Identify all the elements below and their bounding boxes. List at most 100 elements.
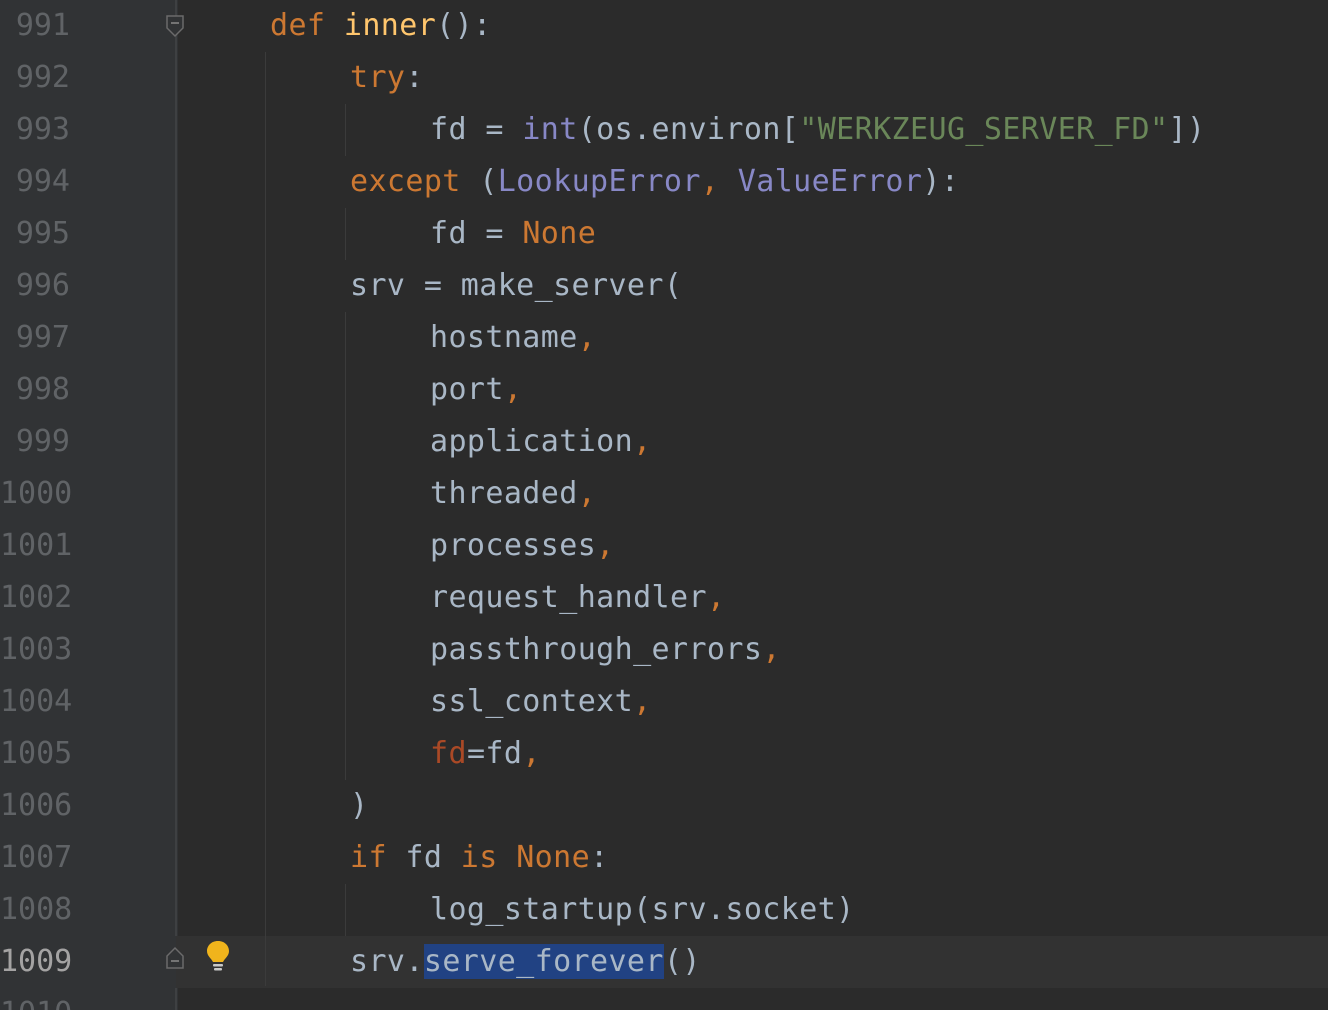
code-token: ,	[762, 632, 781, 667]
line-number[interactable]: 1008	[0, 884, 72, 936]
indent-guide-if	[345, 884, 346, 936]
code-token: ):	[922, 164, 960, 199]
code-text[interactable]: hostname,	[430, 312, 596, 364]
code-token: )	[350, 788, 369, 823]
line-number[interactable]: 1005	[0, 728, 72, 780]
fold-collapse-icon[interactable]	[165, 14, 185, 38]
line-number[interactable]: 1000	[0, 468, 72, 520]
code-token: ])	[1168, 112, 1206, 147]
code-text[interactable]: fd=fd,	[430, 728, 541, 780]
code-token: ValueError	[737, 164, 923, 199]
selected-token: serve_forever	[423, 944, 664, 979]
code-text[interactable]: passthrough_errors,	[430, 624, 781, 676]
code-token: threaded	[430, 476, 578, 511]
code-text[interactable]: except (LookupError, ValueError):	[350, 156, 959, 208]
code-line[interactable]: 1003 passthrough_errors,	[0, 624, 1328, 676]
code-token: application	[430, 424, 634, 459]
code-line[interactable]: 1001 processes,	[0, 520, 1328, 572]
line-number[interactable]: 1002	[0, 572, 72, 624]
fold-end-icon[interactable]	[165, 946, 185, 970]
code-token: int	[522, 112, 578, 147]
code-line[interactable]: 994 except (LookupError, ValueError):	[0, 156, 1328, 208]
code-token: =fd	[466, 736, 523, 771]
code-text[interactable]: port,	[430, 364, 522, 416]
line-number[interactable]: 1001	[0, 520, 72, 572]
indent-guide-try	[345, 104, 346, 156]
code-token: srv.	[350, 944, 424, 979]
code-text[interactable]: )	[350, 780, 368, 832]
code-line[interactable]: 1007 if fd is None:	[0, 832, 1328, 884]
code-text[interactable]: srv = make_server(	[350, 260, 682, 312]
code-text[interactable]: fd = int(os.environ["WERKZEUG_SERVER_FD"…	[430, 104, 1205, 156]
code-token: port	[430, 372, 504, 407]
line-number[interactable]: 996	[0, 260, 70, 312]
code-line[interactable]: 1002 request_handler,	[0, 572, 1328, 624]
indent-guide-make-server	[345, 312, 346, 780]
code-line[interactable]: 1004 ssl_context,	[0, 676, 1328, 728]
code-line[interactable]: 1008 log_startup(srv.socket)	[0, 884, 1328, 936]
code-token: ssl_context	[430, 684, 634, 719]
line-number[interactable]: 995	[0, 208, 70, 260]
code-token: fd =	[430, 216, 523, 251]
code-token: def	[270, 8, 326, 43]
code-token: ,	[633, 684, 652, 719]
line-number[interactable]: 1007	[0, 832, 72, 884]
code-line[interactable]: 1009 srv.serve_forever()	[0, 936, 1328, 988]
code-token: try	[350, 60, 406, 95]
code-text[interactable]: log_startup(srv.socket)	[430, 884, 855, 936]
code-line[interactable]: 1000 threaded,	[0, 468, 1328, 520]
indent-guide-except	[345, 208, 346, 260]
line-number[interactable]: 992	[0, 52, 70, 104]
code-line[interactable]: 995 fd = None	[0, 208, 1328, 260]
code-line[interactable]: 993 fd = int(os.environ["WERKZEUG_SERVER_…	[0, 104, 1328, 156]
code-token: :	[590, 840, 609, 875]
code-token: ,	[700, 164, 738, 199]
code-text[interactable]: fd = None	[430, 208, 596, 260]
code-text[interactable]: request_handler,	[430, 572, 725, 624]
code-token: ,	[633, 424, 652, 459]
code-text[interactable]: srv.serve_forever()	[350, 936, 701, 988]
code-line[interactable]: 1006)	[0, 780, 1328, 832]
code-text[interactable]: processes,	[430, 520, 615, 572]
line-number[interactable]: 1006	[0, 780, 72, 832]
code-line[interactable]: 1010	[0, 988, 1328, 1010]
code-token: LookupError	[497, 164, 701, 199]
code-token: request_handler	[430, 580, 707, 615]
line-number[interactable]: 1003	[0, 624, 72, 676]
code-line[interactable]: 997 hostname,	[0, 312, 1328, 364]
line-number[interactable]: 997	[0, 312, 70, 364]
code-line[interactable]: 992 try:	[0, 52, 1328, 104]
line-number[interactable]: 999	[0, 416, 70, 468]
line-number[interactable]: 998	[0, 364, 70, 416]
code-text[interactable]: def inner():	[270, 0, 492, 52]
lightbulb-icon[interactable]	[204, 939, 232, 973]
code-text[interactable]: application,	[430, 416, 652, 468]
code-token: ,	[503, 372, 523, 407]
code-editor[interactable]: 991 def inner(): 992 try: 993 fd = int(os.env…	[0, 0, 1328, 1010]
code-line[interactable]: 999 application,	[0, 416, 1328, 468]
line-number[interactable]: 991	[0, 0, 70, 52]
code-token: passthrough_errors	[430, 632, 763, 667]
code-token: srv = make_server(	[350, 268, 683, 303]
code-text[interactable]: threaded,	[430, 468, 596, 520]
line-number[interactable]: 1004	[0, 676, 72, 728]
code-token: ,	[577, 476, 597, 511]
code-text[interactable]: ssl_context,	[430, 676, 652, 728]
line-number[interactable]: 994	[0, 156, 70, 208]
line-number[interactable]: 993	[0, 104, 70, 156]
code-line[interactable]: 996 srv = make_server(	[0, 260, 1328, 312]
line-number[interactable]: 1009	[0, 936, 72, 988]
code-line[interactable]: 991 def inner():	[0, 0, 1328, 52]
code-text[interactable]: if fd is None:	[350, 832, 609, 884]
code-token: inner	[343, 8, 437, 43]
code-line[interactable]: 1005 fd=fd,	[0, 728, 1328, 780]
code-token: ,	[577, 320, 597, 355]
code-line[interactable]: 998 port,	[0, 364, 1328, 416]
code-token: except	[350, 164, 461, 199]
code-area[interactable]: 991 def inner(): 992 try: 993 fd = int(os.env…	[0, 0, 1328, 1010]
code-text[interactable]: try:	[350, 52, 424, 104]
line-number[interactable]: 1010	[0, 988, 72, 1010]
code-token: ,	[706, 580, 726, 615]
code-token: hostname	[430, 320, 578, 355]
